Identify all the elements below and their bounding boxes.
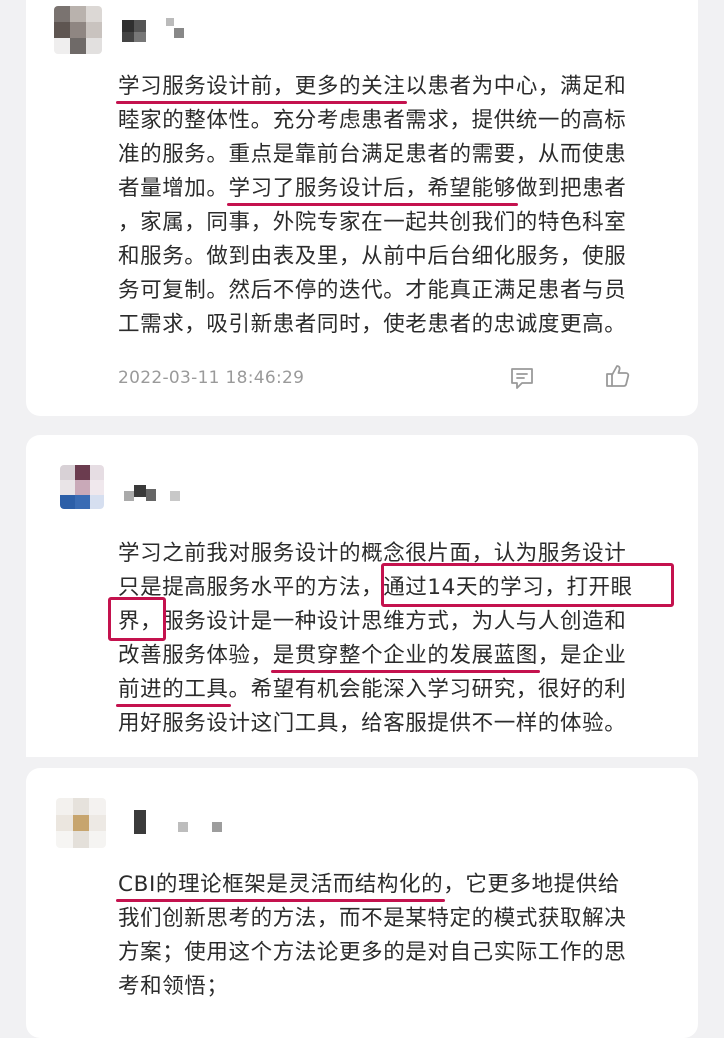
highlighted-text: CBI的理论框架是灵活而结构化的: [118, 872, 444, 897]
text-segment: 者量增加。: [118, 176, 229, 201]
text-segment: 工需求，吸引新患者同时，使老患者的忠诚度更高。: [118, 312, 627, 337]
text-segment: 准的服务。重点是靠前台满足患者的需要，从而使患: [118, 142, 627, 167]
comment-line: 我们创新思考的方法，而不是某特定的模式获取解决: [118, 902, 678, 936]
text-segment: 改善服务体验，: [118, 643, 273, 668]
text-segment: 做到把患者: [515, 176, 627, 201]
avatar[interactable]: [60, 465, 104, 509]
username[interactable]: [122, 18, 194, 42]
avatar[interactable]: [56, 798, 106, 848]
comment-line: 睦家的整体性。充分考虑患者需求，提供统一的高标: [118, 104, 678, 138]
comment-line: 务可复制。然后不停的迭代。才能真正满足患者与员: [118, 274, 678, 308]
comment-text: CBI的理论框架是灵活而结构化的，它更多地提供给 我们创新思考的方法，而不是某特…: [118, 868, 678, 1004]
highlighted-text: 是贯穿整个企业的发展蓝图: [272, 643, 538, 668]
username[interactable]: [134, 810, 234, 834]
text-segment: ，家属，同事，外院专家在一起共创我们的特色科室: [118, 210, 627, 235]
boxed-text: 界，: [118, 609, 163, 634]
comment-line: 只是提高服务水平的方法，通过14天的学习，打开眼: [118, 571, 678, 605]
thumbs-up-icon[interactable]: [604, 362, 632, 390]
comment-line: 学习服务设计前，更多的关注以患者为中心，满足和: [118, 70, 678, 104]
comment-line: 方案；使用这个方法论更多的是对自己实际工作的思: [118, 936, 678, 970]
highlighted-text: 学习了服务设计后，希望能够: [228, 176, 516, 201]
text-segment: 。希望有机会能深入学习研究，很好的利: [228, 677, 627, 702]
comment-timestamp: 2022-03-11 18:46:29: [118, 368, 305, 388]
highlighted-text: 前进的工具: [118, 677, 229, 702]
comment-text: 学习服务设计前，更多的关注以患者为中心，满足和 睦家的整体性。充分考虑患者需求，…: [118, 70, 678, 342]
text-segment: 用好服务设计这门工具，给客服提供不一样的体验。: [118, 711, 627, 736]
text-segment: 和服务。做到由表及里，从前中后台细化服务，使服: [118, 244, 627, 269]
comment-line: 用好服务设计这门工具，给客服提供不一样的体验。: [118, 707, 678, 741]
text-segment: 考和领悟；: [118, 974, 229, 999]
text-segment: 方案；使用这个方法论更多的是对自己实际工作的思: [118, 940, 627, 965]
text-segment: 我们创新思考的方法，而不是某特定的模式获取解决: [118, 906, 627, 931]
comment-line: 改善服务体验，是贯穿整个企业的发展蓝图，是企业: [118, 639, 678, 673]
avatar[interactable]: [54, 6, 102, 54]
text-segment: 睦家的整体性。充分考虑患者需求，提供统一的高标: [118, 108, 627, 133]
comment-line: 学习之前我对服务设计的概念很片面，认为服务设计: [118, 537, 678, 571]
comment-line: 者量增加。学习了服务设计后，希望能够做到把患者: [118, 172, 678, 206]
text-segment: 只是提高服务水平的方法，: [118, 575, 384, 600]
highlighted-text: 学习服务设计前，更多的关注: [118, 74, 406, 99]
text-segment: 务可复制。然后不停的迭代。才能真正满足患者与员: [118, 278, 627, 303]
comment-line: CBI的理论框架是灵活而结构化的，它更多地提供给: [118, 868, 678, 902]
comment-card: CBI的理论框架是灵活而结构化的，它更多地提供给 我们创新思考的方法，而不是某特…: [26, 768, 698, 1038]
comment-line: 工需求，吸引新患者同时，使老患者的忠诚度更高。: [118, 308, 678, 342]
text-segment: ，它更多地提供给: [443, 872, 621, 897]
text-segment: ，是企业: [537, 643, 627, 668]
comment-line: 和服务。做到由表及里，从前中后台细化服务，使服: [118, 240, 678, 274]
text-segment: 学习之前我对服务设计的概念很片面，认为服务设计: [118, 541, 627, 566]
comment-text: 学习之前我对服务设计的概念很片面，认为服务设计 只是提高服务水平的方法，通过14…: [118, 537, 678, 741]
boxed-text: 通过14天的学习，打开眼: [383, 575, 633, 600]
text-segment: 以患者为中心，满足和: [405, 74, 627, 99]
comment-line: 前进的工具。希望有机会能深入学习研究，很好的利: [118, 673, 678, 707]
comment-card: 学习之前我对服务设计的概念很片面，认为服务设计 只是提高服务水平的方法，通过14…: [26, 435, 698, 757]
comment-line: 考和领悟；: [118, 970, 678, 1004]
comment-line: 界，服务设计是一种设计思维方式，为人与人创造和: [118, 605, 678, 639]
comment-line: ，家属，同事，外院专家在一起共创我们的特色科室: [118, 206, 678, 240]
text-segment: 服务设计是一种设计思维方式，为人与人创造和: [162, 609, 627, 634]
comment-card: 学习服务设计前，更多的关注以患者为中心，满足和 睦家的整体性。充分考虑患者需求，…: [26, 0, 698, 416]
comment-icon[interactable]: [508, 364, 536, 392]
username[interactable]: [124, 481, 184, 505]
comment-line: 准的服务。重点是靠前台满足患者的需要，从而使患: [118, 138, 678, 172]
